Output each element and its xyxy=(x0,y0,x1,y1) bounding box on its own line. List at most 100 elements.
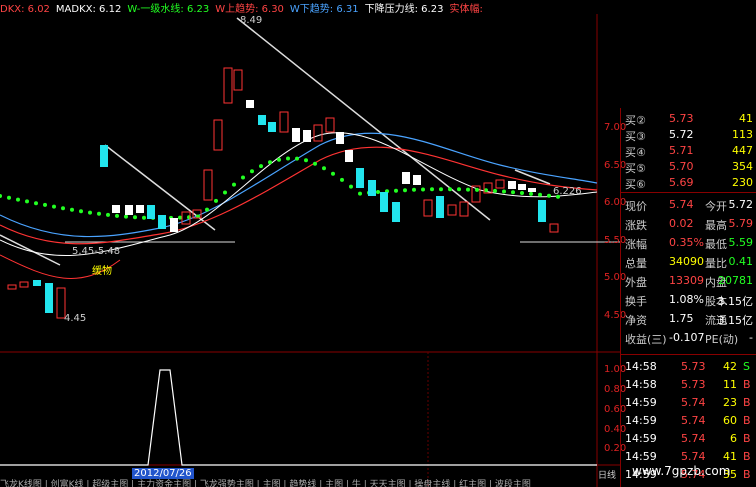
watermark: www.7gpzb.com xyxy=(632,464,731,478)
tick-price: 5.73 xyxy=(681,378,706,391)
candle xyxy=(495,179,505,189)
bid-price: 5.72 xyxy=(669,128,694,141)
candle xyxy=(413,175,421,185)
bid-volume: 354 xyxy=(732,160,753,173)
tick-side: B xyxy=(743,414,751,427)
candle xyxy=(402,172,410,184)
candle xyxy=(292,128,300,142)
candle xyxy=(33,280,41,286)
indicator-bar: DKX: 6.02 MADKX: 6.12 W-一级水线: 6.23 W上趋势: 6.… xyxy=(0,0,620,15)
stat-value: 0.41 xyxy=(728,255,754,268)
tick-price: 5.74 xyxy=(681,450,706,463)
candle xyxy=(268,122,276,132)
tick-side: B xyxy=(743,450,751,463)
candle xyxy=(356,168,364,188)
indicator-tabs[interactable]: 飞龙K线图 | 创富K线 | 超级主图 | 主力资金主图 | 飞龙强势主图 | … xyxy=(0,477,620,487)
candle xyxy=(436,196,444,218)
bid-volume: 41 xyxy=(739,112,753,125)
volume-axis: 1.00 0.80 0.60 0.40 0.20 xyxy=(600,352,626,465)
stat-value: 1.75 xyxy=(669,312,694,325)
last-price-label: 6.226 xyxy=(553,186,582,197)
stat-value: 0.02 xyxy=(669,217,694,230)
stat-value: - xyxy=(749,331,753,344)
candle xyxy=(203,169,213,201)
tick-volume: 6 xyxy=(730,432,737,445)
candle xyxy=(528,188,536,192)
signal-label: 缓物 xyxy=(92,266,112,277)
stat-row: 换手 1.08% 股本 3.15亿 xyxy=(625,293,755,309)
bid-price: 5.69 xyxy=(669,176,694,189)
tick-volume: 23 xyxy=(723,396,737,409)
kline-chart[interactable] xyxy=(0,0,620,487)
stat-label: 量比 xyxy=(705,257,727,270)
candle xyxy=(233,69,243,91)
indicator-value: 下降压力线: 6.23 xyxy=(364,4,444,15)
candle xyxy=(459,201,469,217)
tick-row: 14:58 5.73 11 B xyxy=(621,378,753,394)
tick-price: 5.73 xyxy=(681,360,706,373)
candle xyxy=(447,204,457,216)
stat-label: PE(动) xyxy=(705,333,739,346)
high-price-label: 8.49 xyxy=(240,15,263,26)
stat-label: 收益(三) xyxy=(625,333,667,346)
tick-price: 5.74 xyxy=(681,432,706,445)
low-price-label: 4.45 xyxy=(64,313,87,324)
tick-volume: 11 xyxy=(723,378,737,391)
candle xyxy=(325,117,335,133)
candle xyxy=(518,184,526,190)
tick-time: 14:59 xyxy=(625,432,657,445)
price-axis: 7.00 6.50 6.00 5.50 5.00 4.50 xyxy=(600,0,626,352)
bid-label: 买④ xyxy=(625,146,646,159)
stat-label: 现价 xyxy=(625,200,647,213)
stat-row: 涨跌 0.02 最高 5.79 xyxy=(625,217,755,233)
candle xyxy=(258,115,266,125)
candle xyxy=(313,124,323,142)
stat-row: 总量 34090 量比 0.41 xyxy=(625,255,755,271)
bid-label: 买② xyxy=(625,114,646,127)
stat-label: 涨幅 xyxy=(625,238,647,251)
tick-row: 14:59 5.74 6 B xyxy=(621,432,753,448)
bid-volume: 113 xyxy=(732,128,753,141)
bid-row: 买⑤ 5.70 354 xyxy=(625,160,755,176)
stat-label: 总量 xyxy=(625,257,647,270)
candle xyxy=(100,145,108,167)
bid-row: 买② 5.73 41 xyxy=(625,112,755,128)
candle xyxy=(223,67,233,104)
indicator-value: W-一级水线: 6.23 xyxy=(127,4,210,15)
candle xyxy=(213,119,223,151)
candle xyxy=(508,181,516,189)
bid-price: 5.71 xyxy=(669,144,694,157)
quote-panel: 买② 5.73 41 买③ 5.72 113 买④ 5.71 447 买⑤ 5.70 354 买⑥ 5.6… xyxy=(620,108,756,487)
stat-label: 换手 xyxy=(625,295,647,308)
tick-side: B xyxy=(743,378,751,391)
tick-side: B xyxy=(743,432,751,445)
candle xyxy=(303,130,311,142)
bid-price: 5.73 xyxy=(669,112,694,125)
tick-price: 5.74 xyxy=(681,396,706,409)
stat-row: 涨幅 0.35% 最低 5.59 xyxy=(625,236,755,252)
indicator-value: DKX: 6.02 xyxy=(0,4,50,15)
tick-volume: 41 xyxy=(723,450,737,463)
stat-value: 3.15亿 xyxy=(717,295,754,308)
candle xyxy=(246,100,254,108)
candle xyxy=(19,281,29,288)
stat-row: 净资 1.75 流通 3.15亿 xyxy=(625,312,755,328)
stat-row: 外盘 13309 内盘 20781 xyxy=(625,274,755,290)
stat-value: 34090 xyxy=(669,255,704,268)
stat-value: 5.59 xyxy=(728,236,754,249)
tick-volume: 42 xyxy=(723,360,737,373)
tick-price: 5.74 xyxy=(681,414,706,427)
stat-value: 5.72 xyxy=(728,198,754,211)
candle xyxy=(112,205,120,213)
candle xyxy=(147,205,155,219)
candle xyxy=(538,200,546,222)
tick-time: 14:59 xyxy=(625,450,657,463)
stat-value: 0.35% xyxy=(669,236,704,249)
stat-row: 现价 5.74 今开 5.72 xyxy=(625,198,755,214)
stat-label: 最低 xyxy=(705,238,727,251)
bid-label: 买⑥ xyxy=(625,178,646,191)
indicator-value: W上趋势: 6.30 xyxy=(215,4,284,15)
range-label: 5.45-5.48 xyxy=(72,246,121,257)
bid-row: 买③ 5.72 113 xyxy=(625,128,755,144)
candle xyxy=(423,199,433,217)
